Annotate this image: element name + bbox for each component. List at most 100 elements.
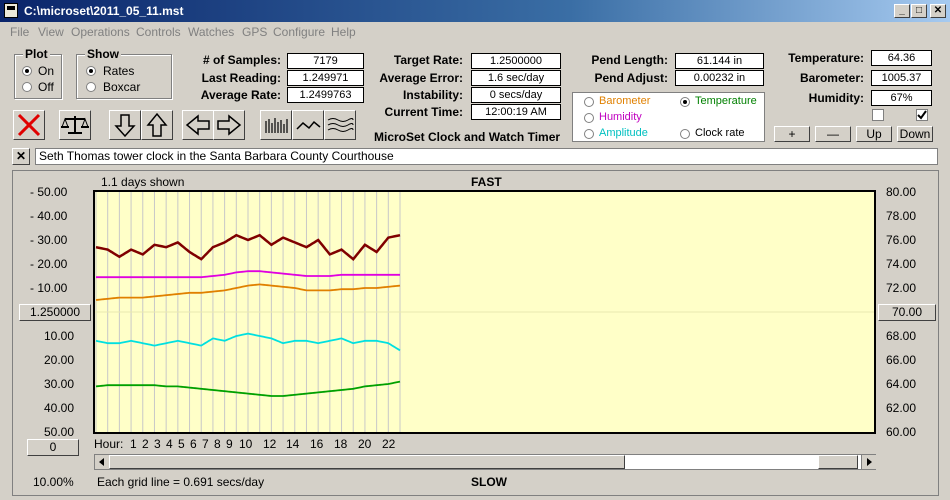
- menu-operations[interactable]: Operations: [71, 25, 130, 39]
- show-rates-label: Rates: [103, 64, 135, 78]
- bar-chart-icon: [265, 118, 288, 133]
- menu-configure[interactable]: Configure: [273, 25, 325, 39]
- temperature-option-label: Temperature: [695, 95, 757, 107]
- right-tick-label: 64.00: [886, 377, 917, 391]
- hour-tick-label: 20: [358, 437, 372, 451]
- menu-gps[interactable]: GPS: [242, 25, 267, 39]
- right-tick-label: 74.00: [886, 257, 917, 271]
- arrow-down-icon: [114, 114, 136, 138]
- days-shown-label: 1.1 days shown: [101, 175, 185, 189]
- menu-bar: File View Operations Controls Watches GP…: [0, 22, 950, 42]
- arrow-up-icon: [146, 112, 168, 137]
- temperature-radio[interactable]: [680, 97, 690, 107]
- maximize-button[interactable]: □: [911, 4, 927, 18]
- menu-file[interactable]: File: [10, 25, 29, 39]
- clear-description-button[interactable]: ✕: [12, 148, 30, 165]
- hour-axis-label: Hour:: [94, 437, 124, 451]
- humidity-radio[interactable]: [584, 113, 594, 123]
- right-tick-label: 60.00: [886, 425, 917, 439]
- scale-percent: 10.00%: [33, 475, 74, 489]
- minimize-button[interactable]: _: [894, 4, 910, 18]
- app-icon[interactable]: [4, 3, 18, 18]
- temperature-label: Temperature:: [788, 51, 864, 65]
- plot-on-radio[interactable]: [22, 66, 32, 76]
- samples-label: # of Samples:: [202, 53, 281, 67]
- left-tick-label: 30.00: [44, 377, 75, 391]
- zero-button[interactable]: 0: [27, 439, 79, 456]
- arrow-up-button[interactable]: [141, 110, 173, 140]
- scroll-thumb-right[interactable]: [818, 455, 858, 469]
- hour-tick-label: 7: [202, 437, 209, 451]
- pend-length-label: Pend Length:: [591, 53, 668, 67]
- arrow-left-icon: [185, 114, 210, 136]
- show-rates-radio[interactable]: [86, 66, 96, 76]
- barometer-value: 1005.37: [871, 70, 932, 86]
- arrow-right-button[interactable]: [213, 110, 245, 140]
- barometer-radio[interactable]: [584, 97, 594, 107]
- average-rate-label: Average Rate:: [200, 88, 281, 102]
- hour-tick-label: 22: [382, 437, 396, 451]
- left-tick-label: 40.00: [44, 401, 75, 415]
- scroll-left-arrow-icon[interactable]: [95, 455, 110, 469]
- current-time-label: Current Time:: [384, 105, 463, 119]
- instability-value: 0 secs/day: [471, 87, 561, 103]
- stop-button[interactable]: [13, 110, 45, 140]
- left-checkbox[interactable]: [872, 109, 884, 121]
- minus-button[interactable]: —: [815, 126, 851, 142]
- slow-label: SLOW: [471, 475, 507, 489]
- title-bar: C:\microset\2011_05_11.mst _ □ ✕: [0, 0, 950, 22]
- scroll-thumb[interactable]: [109, 455, 625, 469]
- hour-tick-label: 4: [166, 437, 173, 451]
- arrow-left-button[interactable]: [182, 110, 214, 140]
- line-chart-button[interactable]: [292, 110, 324, 140]
- fast-label: FAST: [471, 175, 502, 189]
- boxcar-chart-button[interactable]: [324, 110, 356, 140]
- show-boxcar-radio[interactable]: [86, 82, 96, 92]
- amplitude-radio[interactable]: [584, 129, 594, 139]
- scroll-right-arrow-icon[interactable]: [861, 455, 876, 469]
- description-field[interactable]: Seth Thomas tower clock in the Santa Bar…: [35, 148, 938, 165]
- average-error-value: 1.6 sec/day: [471, 70, 561, 86]
- barometer-option-label: Barometer: [599, 95, 651, 107]
- app-caption: MicroSet Clock and Watch Timer: [374, 130, 561, 144]
- right-checkbox[interactable]: [916, 109, 928, 121]
- samples-value: 7179: [287, 53, 364, 69]
- barometer-label: Barometer:: [799, 71, 864, 85]
- clock-rate-option-label: Clock rate: [695, 127, 745, 139]
- plot-off-radio[interactable]: [22, 82, 32, 92]
- hour-tick-label: 12: [263, 437, 277, 451]
- right-tick-label: 76.00: [886, 233, 917, 247]
- down-button[interactable]: Down: [897, 126, 933, 142]
- up-button[interactable]: Up: [856, 126, 892, 142]
- average-rate-value: 1.2499763: [287, 87, 364, 103]
- plot-off-label: Off: [38, 80, 54, 94]
- left-tick-label: 50.00: [44, 425, 75, 439]
- menu-help[interactable]: Help: [331, 25, 356, 39]
- menu-controls[interactable]: Controls: [136, 25, 181, 39]
- rate-plot: [93, 190, 876, 434]
- hour-tick-label: 3: [154, 437, 161, 451]
- show-group-title: Show: [85, 47, 121, 61]
- rate-center-button[interactable]: 1.250000: [19, 304, 91, 321]
- horizontal-scrollbar[interactable]: [94, 454, 876, 470]
- plus-button[interactable]: +: [774, 126, 810, 142]
- balance-button[interactable]: [59, 110, 91, 140]
- left-tick-label: - 40.00: [30, 209, 68, 223]
- close-window-button[interactable]: ✕: [930, 4, 946, 18]
- menu-view[interactable]: View: [38, 25, 64, 39]
- menu-watches[interactable]: Watches: [188, 25, 234, 39]
- right-tick-label: 66.00: [886, 353, 917, 367]
- plot-on-label: On: [38, 64, 55, 78]
- temperature-center-button[interactable]: 70.00: [878, 304, 936, 321]
- red-x-icon: [17, 113, 41, 137]
- balance-scale-icon: [61, 116, 89, 134]
- hour-tick-label: 10: [239, 437, 253, 451]
- hour-tick-label: 2: [142, 437, 149, 451]
- arrow-down-button[interactable]: [109, 110, 141, 140]
- humidity-option-label: Humidity: [599, 111, 642, 123]
- clock-rate-radio[interactable]: [680, 129, 690, 139]
- last-reading-label: Last Reading:: [201, 71, 281, 85]
- bar-chart-button[interactable]: [260, 110, 292, 140]
- window-title: C:\microset\2011_05_11.mst: [24, 4, 184, 18]
- target-rate-value: 1.2500000: [471, 53, 561, 69]
